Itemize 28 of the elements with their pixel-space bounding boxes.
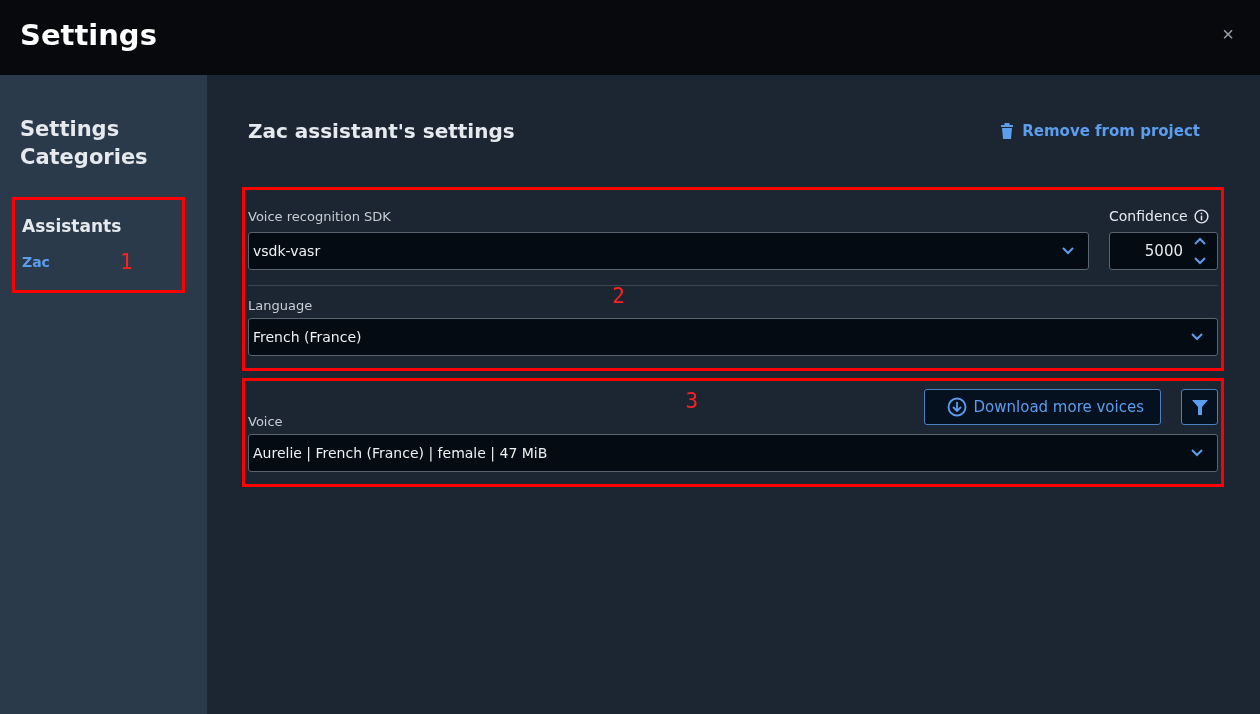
annotation-number: 3 [685, 389, 699, 413]
confidence-spinbox[interactable]: 5000 [1109, 232, 1218, 270]
annotation-number: 1 [119, 250, 133, 274]
filter-icon [1190, 398, 1209, 416]
chevron-down-icon [1062, 247, 1074, 255]
download-button[interactable]: Download more voices [923, 389, 1161, 425]
chevron-down-icon [1191, 449, 1203, 457]
trash-icon [1000, 122, 1015, 140]
remove-button[interactable]: Remove from project [1000, 122, 1200, 140]
chevron-down-icon [1191, 333, 1203, 341]
language-dropdown[interactable]: French (France) [248, 318, 1218, 356]
category-heading: Assistants [22, 216, 123, 236]
stepper-arrows-icon [1193, 236, 1207, 266]
sidebar-item[interactable]: Zac [22, 254, 50, 270]
voice-dropdown[interactable]: Aurelie | French (France) | female | 47 MiB [248, 434, 1218, 472]
sdk-dropdown[interactable]: vsdk-vasr [248, 232, 1089, 270]
annotation-number: 2 [612, 283, 625, 308]
field-label: Voice recognition SDK [248, 209, 392, 224]
field-label: Confidence [1109, 208, 1188, 224]
window-title: Settings [20, 17, 157, 52]
close-button[interactable]: × [1218, 23, 1238, 46]
field-label: Voice [248, 414, 283, 429]
info-icon [1193, 208, 1209, 224]
field-label: Language [248, 298, 313, 313]
filter-button[interactable] [1181, 389, 1218, 425]
page-title: Zac assistant's settings [248, 119, 515, 143]
sidebar-heading: Settings Categories [20, 116, 149, 171]
download-icon [946, 397, 967, 417]
